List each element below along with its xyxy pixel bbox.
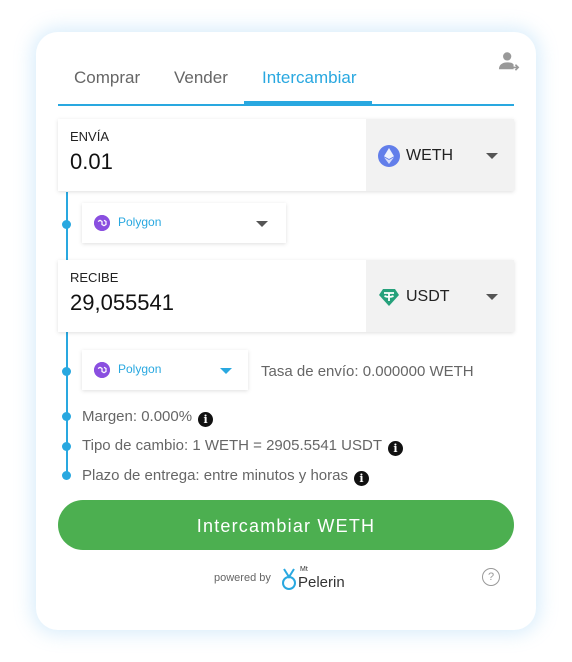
timeline-dot: [62, 220, 71, 229]
delivery-time-text: Plazo de entrega: entre minutos y horas: [82, 467, 348, 484]
brand-text: Pelerin: [298, 574, 345, 591]
send-token-name: WETH: [406, 147, 454, 164]
exchange-rate-text: Tipo de cambio: 1 WETH = 2905.5541 USDT: [82, 437, 382, 454]
send-network-name: Polygon: [118, 215, 162, 229]
ethereum-icon: [378, 145, 400, 167]
timeline-dot: [62, 442, 71, 451]
send-box: ENVÍA 0.01 WETH: [58, 119, 514, 191]
receive-label: RECIBE: [70, 270, 119, 285]
margin-text: Margen: 0.000%: [82, 408, 193, 425]
tab-vender[interactable]: Vender: [174, 68, 228, 88]
tether-icon: [379, 289, 399, 306]
timeline-dot: [62, 471, 71, 480]
send-label: ENVÍA: [70, 129, 110, 144]
receive-network-select[interactable]: Polygon: [82, 350, 248, 390]
brand-small-text: Mt: [300, 566, 308, 573]
timeline-dot: [62, 412, 71, 421]
receive-token-select[interactable]: USDT: [366, 260, 514, 332]
help-icon[interactable]: ?: [482, 568, 500, 586]
info-icon[interactable]: i: [198, 412, 214, 427]
margin-row: Margen: 0.000% i: [82, 408, 214, 427]
swap-button[interactable]: Intercambiar WETH: [58, 500, 514, 550]
powered-by-text: powered by: [214, 572, 271, 584]
receive-network-name: Polygon: [118, 362, 162, 376]
chevron-down-icon: [220, 368, 232, 374]
send-token-select[interactable]: WETH: [366, 119, 514, 191]
info-icon[interactable]: i: [388, 441, 403, 456]
mt-pelerin-logo[interactable]: [280, 567, 298, 591]
chevron-down-icon: [486, 153, 498, 159]
timeline-line: [66, 332, 68, 476]
tab-comprar[interactable]: Comprar: [74, 68, 140, 88]
timeline-dot: [62, 367, 71, 376]
polygon-icon: [94, 215, 110, 231]
send-network-select[interactable]: Polygon: [82, 203, 286, 243]
shipping-fee-text: Tasa de envío: 0.000000 WETH: [261, 363, 474, 380]
receive-box: RECIBE 29,055541 USDT: [58, 260, 514, 332]
exchange-rate-row: Tipo de cambio: 1 WETH = 2905.5541 USDT i: [82, 437, 403, 456]
tab-bar: Comprar Vender Intercambiar: [58, 62, 514, 106]
tab-intercambiar[interactable]: Intercambiar: [262, 68, 356, 88]
chevron-down-icon: [256, 221, 268, 227]
widget-card: Comprar Vender Intercambiar ENVÍA 0.01 W…: [36, 32, 536, 630]
info-icon[interactable]: i: [354, 471, 369, 486]
polygon-icon: [94, 362, 110, 378]
receive-token-name: USDT: [406, 288, 450, 305]
receive-amount: 29,055541: [70, 290, 174, 315]
send-amount-input[interactable]: 0.01: [70, 149, 113, 175]
active-tab-indicator: [244, 101, 372, 106]
chevron-down-icon: [486, 294, 498, 300]
delivery-time-row: Plazo de entrega: entre minutos y horas i: [82, 467, 369, 486]
